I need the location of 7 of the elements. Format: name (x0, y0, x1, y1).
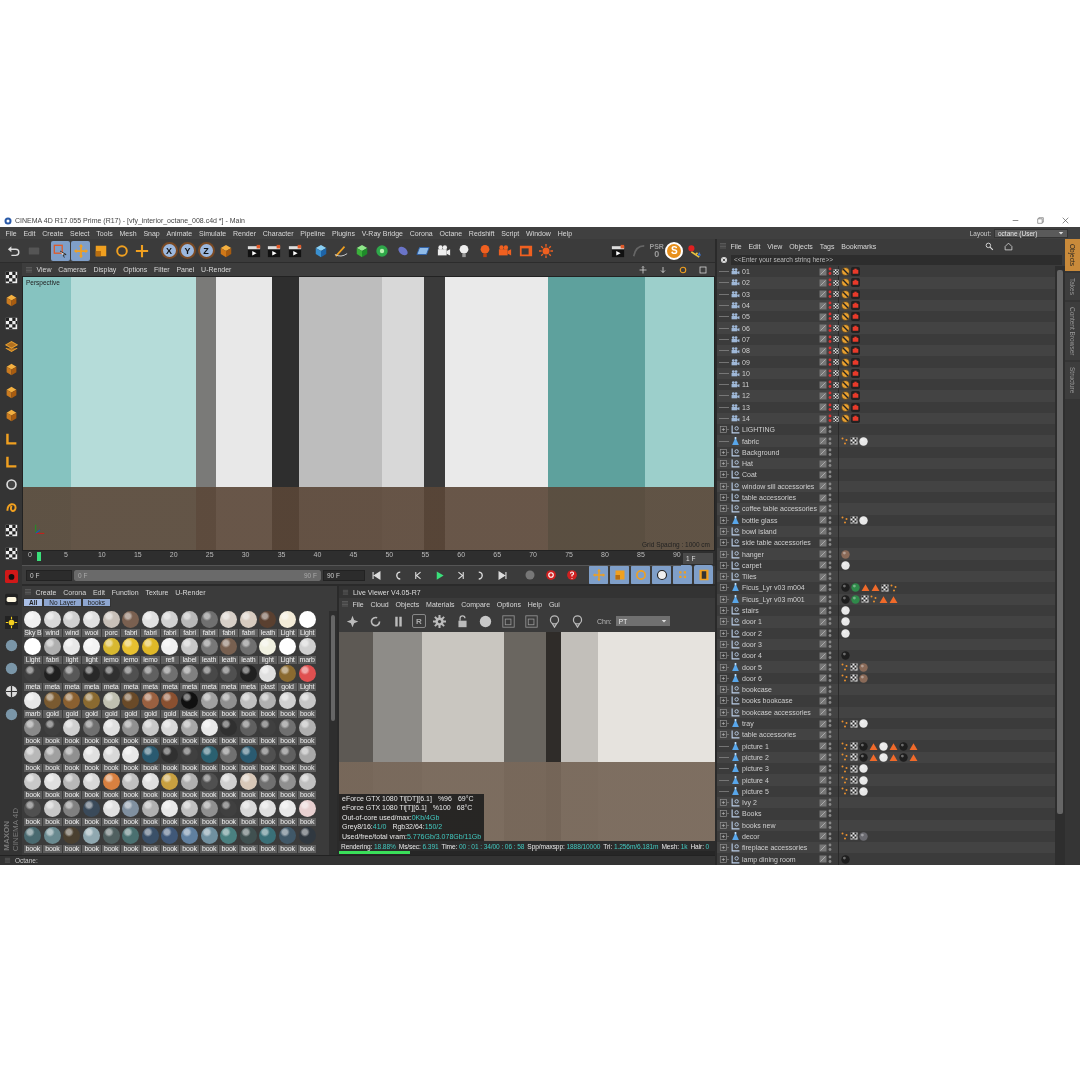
axis-lock-button[interactable]: Y (179, 242, 196, 259)
axis-lock-button[interactable]: Z (197, 242, 215, 259)
axis-lock-button[interactable]: X (160, 242, 178, 259)
psr-value: 0 (654, 249, 660, 259)
logo-text: CINEMA 4D (11, 807, 20, 851)
region-render-button[interactable]: R (412, 614, 426, 628)
logo-text: MAXON (2, 821, 11, 851)
